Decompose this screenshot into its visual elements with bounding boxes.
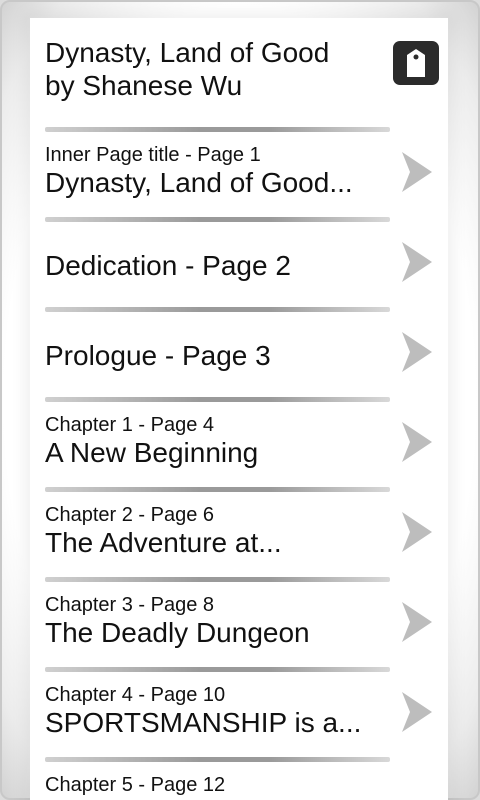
toc-item-subtitle: Chapter 3 - Page 8 (45, 594, 214, 616)
toc-item-title: The Adventure at... (45, 527, 282, 558)
book-title-line1: Dynasty, Land of Good (45, 37, 330, 68)
divider (45, 217, 390, 222)
divider (45, 397, 390, 402)
bookmark-tag-button[interactable] (393, 41, 439, 85)
divider (45, 307, 390, 312)
toc-item-title: SPORTSMANSHIP is a... (45, 707, 362, 738)
chevron-right-icon[interactable] (396, 419, 436, 465)
toc-item-page-1[interactable]: Inner Page title - Page 1 Dynasty, Land … (45, 144, 390, 200)
toc-item-title: The Deadly Dungeon (45, 617, 310, 648)
book-author-line: by Shanese Wu (45, 70, 243, 101)
toc-item-title: A New Beginning (45, 437, 259, 468)
book-header: Dynasty, Land of Good by Shanese Wu (45, 36, 385, 102)
chevron-right-icon[interactable] (396, 329, 436, 375)
divider (45, 667, 390, 672)
toc-item-subtitle: Inner Page title - Page 1 (45, 144, 261, 166)
toc-item-chapter-2[interactable]: Chapter 2 - Page 6 The Adventure at... (45, 504, 390, 560)
chevron-right-icon[interactable] (396, 509, 436, 555)
chevron-right-icon[interactable] (396, 239, 436, 285)
content-panel (30, 18, 448, 800)
divider (45, 487, 390, 492)
toc-item-title: Dynasty, Land of Good... (45, 167, 353, 198)
chevron-right-icon[interactable] (396, 149, 436, 195)
toc-item-page-3[interactable]: Prologue - Page 3 (45, 339, 390, 373)
tag-icon (407, 49, 425, 77)
toc-item-title: Dedication - Page 2 (45, 250, 291, 281)
chevron-right-icon[interactable] (396, 689, 436, 735)
toc-item-chapter-5[interactable]: Chapter 5 - Page 12 (45, 774, 390, 796)
toc-item-title: Prologue - Page 3 (45, 340, 271, 371)
divider (45, 757, 390, 762)
toc-item-page-2[interactable]: Dedication - Page 2 (45, 249, 390, 283)
divider (45, 577, 390, 582)
toc-item-subtitle: Chapter 4 - Page 10 (45, 684, 226, 706)
toc-item-chapter-3[interactable]: Chapter 3 - Page 8 The Deadly Dungeon (45, 594, 390, 650)
divider (45, 127, 390, 132)
toc-item-subtitle: Chapter 2 - Page 6 (45, 504, 214, 526)
toc-item-subtitle: Chapter 5 - Page 12 (45, 774, 226, 796)
toc-item-chapter-1[interactable]: Chapter 1 - Page 4 A New Beginning (45, 414, 390, 470)
toc-item-subtitle: Chapter 1 - Page 4 (45, 414, 214, 436)
chevron-right-icon[interactable] (396, 599, 436, 645)
toc-item-chapter-4[interactable]: Chapter 4 - Page 10 SPORTSMANSHIP is a..… (45, 684, 390, 740)
